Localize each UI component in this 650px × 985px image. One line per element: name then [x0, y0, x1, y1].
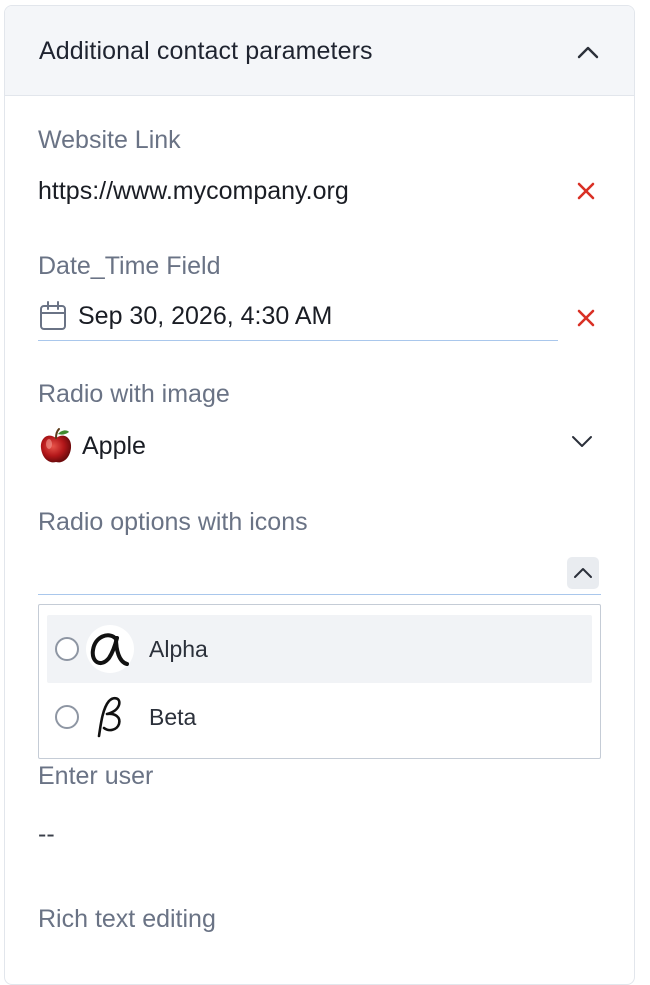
close-icon — [577, 182, 595, 200]
enter-user-value[interactable]: -- — [38, 820, 55, 849]
enter-user-label: Enter user — [38, 762, 154, 790]
datetime-input[interactable]: Sep 30, 2026, 4:30 AM — [38, 298, 558, 341]
apple-icon — [40, 428, 72, 463]
option-label: Alpha — [149, 635, 208, 662]
radio-button[interactable] — [55, 705, 79, 729]
website-link-value[interactable]: https://www.mycompany.org — [38, 177, 349, 206]
collapse-button[interactable] — [570, 34, 606, 70]
chevron-up-icon — [574, 568, 592, 578]
radio-icons-select[interactable] — [38, 552, 601, 595]
chevron-down-icon — [572, 436, 592, 447]
alpha-icon — [86, 625, 134, 673]
radio-icons-label: Radio options with icons — [38, 508, 308, 536]
radio-image-label: Radio with image — [38, 380, 230, 408]
calendar-icon — [40, 301, 66, 330]
option-alpha[interactable]: Alpha — [47, 615, 592, 683]
beta-icon — [97, 696, 121, 738]
dropdown-toggle-button[interactable] — [567, 557, 599, 589]
clear-datetime-button[interactable] — [573, 305, 599, 331]
clear-website-button[interactable] — [573, 178, 599, 204]
radio-icons-dropdown: Alpha Beta — [38, 604, 601, 759]
close-icon — [577, 309, 595, 327]
panel-title: Additional contact parameters — [39, 37, 373, 65]
datetime-value: Sep 30, 2026, 4:30 AM — [78, 301, 333, 330]
option-label: Beta — [149, 703, 197, 730]
rich-text-label: Rich text editing — [38, 905, 216, 933]
option-beta[interactable]: Beta — [47, 683, 592, 751]
datetime-label: Date_Time Field — [38, 252, 221, 280]
radio-image-select[interactable]: Apple — [38, 425, 600, 467]
radio-image-value: Apple — [82, 431, 146, 460]
chevron-up-icon — [577, 46, 599, 59]
radio-button[interactable] — [55, 637, 79, 661]
website-link-label: Website Link — [38, 126, 181, 154]
panel-header[interactable]: Additional contact parameters — [5, 6, 634, 96]
